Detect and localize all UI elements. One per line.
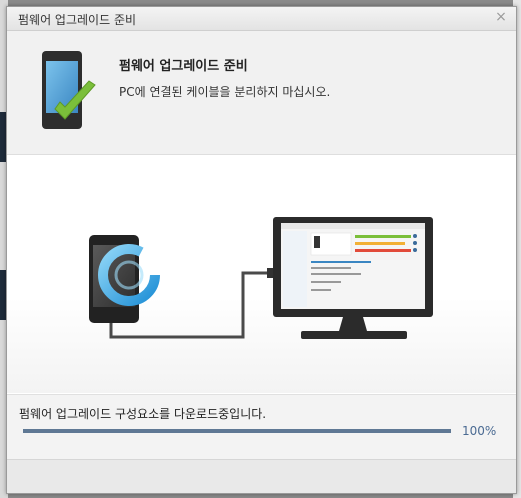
dialog-header: 펌웨어 업그레이드 준비 PC에 연결된 케이블을 분리하지 마십시오.	[7, 31, 516, 155]
header-title: 펌웨어 업그레이드 준비	[119, 59, 248, 74]
progress-fill	[23, 429, 451, 433]
phone-check-icon	[39, 47, 99, 143]
monitor-icon	[273, 217, 433, 339]
dialog-title: 펌웨어 업그레이드 준비	[18, 13, 137, 27]
progress-footer: 펌웨어 업그레이드 구성요소를 다운로드중입니다. 100%	[7, 394, 516, 493]
dialog-titlebar[interactable]: 펌웨어 업그레이드 준비 ×	[7, 7, 516, 31]
progress-status: 펌웨어 업그레이드 구성요소를 다운로드중입니다.	[19, 407, 267, 421]
connection-illustration	[7, 155, 516, 393]
progress-bar	[23, 429, 451, 433]
dialog-button-bar	[7, 459, 516, 493]
header-subtitle: PC에 연결된 케이블을 분리하지 마십시오.	[119, 85, 331, 99]
firmware-upgrade-dialog: 펌웨어 업그레이드 준비 × 펌웨어 업그레이드 준비 PC에 연결된 케이블을…	[6, 6, 517, 494]
progress-percent: 100%	[462, 424, 497, 438]
close-icon[interactable]: ×	[494, 10, 508, 24]
